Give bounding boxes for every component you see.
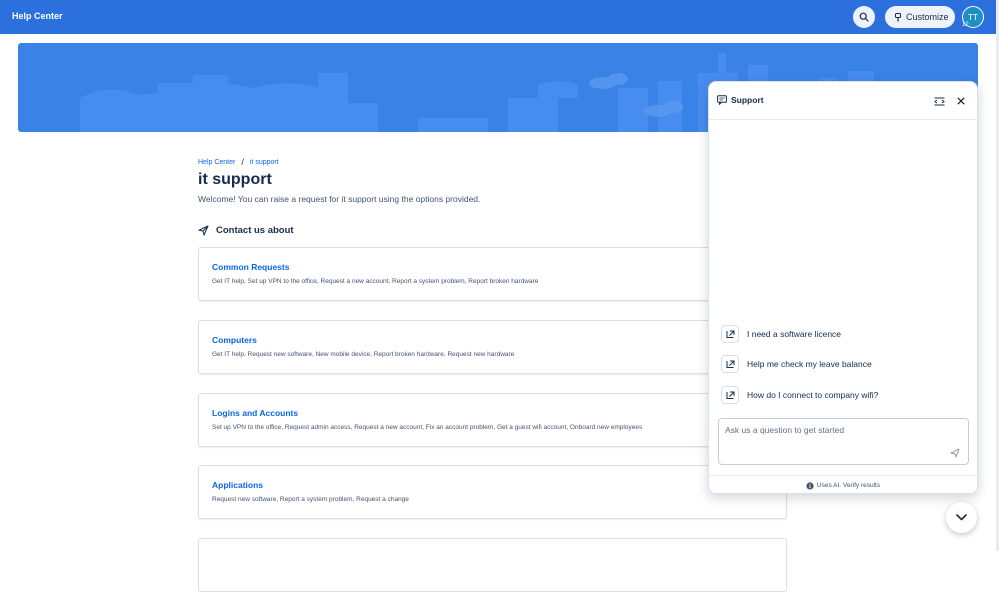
support-panel-title: Support: [717, 95, 764, 105]
suggestion-leave-balance[interactable]: Help me check my leave balance: [721, 355, 872, 373]
reply-arrow-icon: [726, 330, 734, 338]
category-card-common-requests[interactable]: Common Requests Get IT help, Set up VPN …: [198, 247, 787, 301]
category-description: Get IT help, Set up VPN to the office, R…: [212, 278, 539, 285]
category-description: Set up VPN to the office, Request admin …: [212, 424, 643, 431]
send-message-button[interactable]: [949, 447, 961, 459]
suggestion-label: I need a software licence: [747, 329, 842, 339]
chat-question-input[interactable]: [725, 425, 945, 435]
avatar-count-badge: 12: [962, 22, 969, 28]
suggestion-icon: [721, 325, 739, 343]
breadcrumb: Help Center / it support: [198, 157, 279, 167]
collapse-chat-button[interactable]: [946, 502, 977, 533]
customize-button[interactable]: Customize: [885, 6, 955, 28]
ai-disclaimer: Uses AI. Verify results: [709, 475, 977, 493]
contact-heading: Contact us about: [198, 225, 294, 236]
expand-icon: [933, 97, 945, 105]
info-icon: [806, 481, 814, 490]
page-title: it support: [198, 171, 272, 188]
category-card-applications[interactable]: Applications Request new software, Repor…: [198, 465, 787, 519]
suggestion-software-licence[interactable]: I need a software licence: [721, 325, 841, 343]
search-button[interactable]: [853, 6, 875, 28]
close-icon: [957, 97, 965, 105]
category-title[interactable]: Logins and Accounts: [212, 408, 298, 418]
category-description: Get IT help, Request new software, New m…: [212, 351, 515, 358]
chat-input-box: [718, 418, 969, 465]
category-card-logins-and-accounts[interactable]: Logins and Accounts Set up VPN to the of…: [198, 393, 787, 447]
contact-heading-label: Contact us about: [216, 225, 294, 236]
category-description: Request new software, Report a system pr…: [212, 496, 409, 503]
send-icon: [950, 448, 960, 458]
reply-arrow-icon: [726, 391, 734, 399]
help-center-link[interactable]: Help Center: [12, 11, 63, 21]
welcome-text: Welcome! You can raise a request for it …: [198, 194, 481, 204]
category-title[interactable]: Applications: [212, 480, 263, 490]
chat-icon: [717, 95, 727, 105]
breadcrumb-it-support[interactable]: it support: [250, 159, 279, 166]
category-title[interactable]: Common Requests: [212, 262, 289, 272]
brush-icon: [895, 12, 901, 21]
expand-panel-button[interactable]: [932, 94, 946, 108]
customize-label: Customize: [906, 12, 949, 22]
category-title[interactable]: Computers: [212, 335, 257, 345]
search-icon: [859, 12, 869, 22]
breadcrumb-help-center[interactable]: Help Center: [198, 159, 235, 166]
reply-arrow-icon: [726, 360, 734, 368]
suggestion-icon: [721, 386, 739, 404]
chevron-down-icon: [956, 514, 967, 521]
support-title-label: Support: [731, 95, 764, 105]
category-card-partial[interactable]: [198, 538, 787, 592]
support-chat-panel: Support I need a software licence Help m…: [708, 81, 978, 494]
avatar-initials: TT: [968, 12, 978, 22]
category-card-computers[interactable]: Computers Get IT help, Request new softw…: [198, 320, 787, 374]
suggestion-company-wifi[interactable]: How do I connect to company wifi?: [721, 386, 878, 404]
support-panel-header: Support: [709, 82, 977, 120]
ai-disclaimer-text: Uses AI. Verify results: [816, 482, 881, 489]
send-icon: [198, 225, 209, 236]
close-panel-button[interactable]: [954, 94, 968, 108]
suggestion-label: How do I connect to company wifi?: [747, 390, 879, 400]
top-navigation-bar: Help Center Customize TT 12: [0, 0, 999, 34]
suggestion-label: Help me check my leave balance: [747, 359, 872, 369]
suggestion-icon: [721, 355, 739, 373]
breadcrumb-separator: /: [241, 157, 244, 167]
